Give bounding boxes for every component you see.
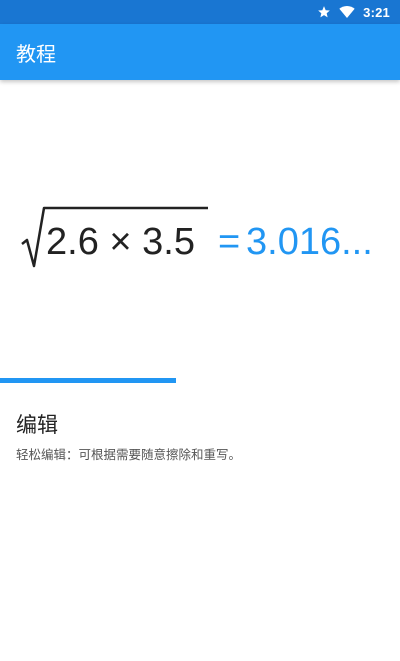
page-title: 教程 xyxy=(16,41,56,66)
status-time: 3:21 xyxy=(363,4,390,20)
status-bar: 3:21 xyxy=(0,0,400,24)
tutorial-progress xyxy=(0,378,400,383)
formula-radicand: 2.6 × 3.5 xyxy=(46,221,195,263)
app-bar: 教程 xyxy=(0,24,400,80)
star-icon xyxy=(317,5,331,19)
wifi-icon xyxy=(339,5,355,19)
tutorial-content: 2.6 × 3.5 = 3.016... 编辑 轻松编辑：可根据需要随意擦除和重… xyxy=(0,80,400,661)
section-title: 编辑 xyxy=(16,413,58,437)
formula-result: 3.016... xyxy=(246,221,373,263)
tutorial-progress-fill xyxy=(0,378,176,383)
formula-equals: = xyxy=(218,221,240,263)
formula-example: 2.6 × 3.5 = 3.016... xyxy=(20,206,390,270)
section-description: 轻松编辑：可根据需要随意擦除和重写。 xyxy=(16,447,242,462)
